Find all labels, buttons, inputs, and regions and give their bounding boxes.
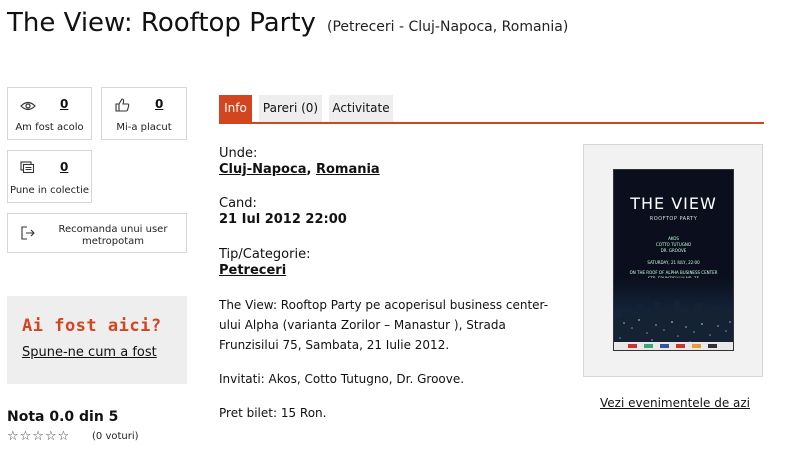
- ticket-price: Pret bilet: 15 Ron.: [219, 406, 327, 420]
- poster-lineup: AKOS COTTO TUTUGNO DR. GROOVE: [614, 236, 733, 254]
- category-link[interactable]: Petreceri: [219, 263, 286, 278]
- country-link[interactable]: Romania: [316, 162, 380, 177]
- event-description: The View: Rooftop Party pe acoperisul bu…: [219, 295, 559, 355]
- been-here-heading: Ai fost aici?: [22, 316, 162, 336]
- like-count[interactable]: 0: [155, 97, 163, 111]
- collection-count[interactable]: 0: [60, 160, 68, 174]
- recommend-label: Recomanda unui user metropotam: [58, 224, 168, 247]
- category-label: Tip/Categorie:: [219, 247, 311, 262]
- rating-stars[interactable]: ☆☆☆☆☆: [7, 429, 70, 444]
- description-line: ului Alpha (varianta Zorilor – Manastur …: [219, 318, 506, 332]
- tab-activitate[interactable]: Activitate: [329, 95, 393, 122]
- page-header: The View: Rooftop Party (Petreceri - Clu…: [7, 8, 568, 38]
- today-events-link[interactable]: Vezi evenimentele de azi: [600, 396, 750, 410]
- poster-title: THE VIEW: [630, 194, 717, 213]
- location: Cluj-Napoca, Romania: [219, 162, 380, 177]
- event-datetime: 21 Iul 2012 22:00: [219, 212, 347, 227]
- rating-text: Nota 0.0 din 5: [7, 409, 119, 425]
- event-tabs: Info Pareri (0) Activitate: [219, 95, 764, 124]
- add-to-collection-button[interactable]: 0 Pune in colectie: [7, 150, 92, 203]
- collection-label: Pune in colectie: [9, 185, 90, 196]
- eye-icon: [20, 97, 36, 111]
- page-subtitle: (Petreceri - Cluj-Napoca, Romania): [327, 19, 569, 35]
- poster-subtitle: ROOFTOP PARTY: [649, 216, 698, 222]
- event-poster[interactable]: THE VIEW ROOFTOP PARTY AKOS COTTO TUTUGN…: [613, 169, 734, 351]
- been-there-count[interactable]: 0: [60, 97, 68, 111]
- poster-frame[interactable]: THE VIEW ROOFTOP PARTY AKOS COTTO TUTUGN…: [583, 144, 763, 377]
- review-link[interactable]: Spune-ne cum a fost: [22, 345, 157, 360]
- been-there-label: Am fost acolo: [15, 122, 84, 133]
- like-label: Mi-a placut: [116, 122, 172, 133]
- location-separator: ,: [306, 162, 316, 177]
- event-guests: Invitati: Akos, Cotto Tutugno, Dr. Groov…: [219, 372, 465, 386]
- poster-lineup-item: DR. GROOVE: [660, 248, 687, 253]
- when-label: Cand:: [219, 196, 257, 211]
- tab-info[interactable]: Info: [219, 95, 252, 122]
- page-title: The View: Rooftop Party: [7, 8, 316, 38]
- recommend-button[interactable]: Recomanda unui user metropotam: [7, 213, 187, 253]
- been-here-panel: Ai fost aici? Spune-ne cum a fost: [7, 296, 187, 384]
- city-link[interactable]: Cluj-Napoca: [219, 162, 306, 177]
- like-button[interactable]: 0 Mi-a placut: [101, 87, 187, 140]
- tab-pareri[interactable]: Pareri (0): [259, 95, 322, 122]
- been-there-button[interactable]: 0 Am fost acolo: [7, 87, 92, 140]
- thumbs-up-icon: [114, 97, 130, 112]
- where-label: Unde:: [219, 146, 258, 161]
- share-arrow-icon: [20, 225, 36, 241]
- vote-count: (0 voturi): [92, 431, 139, 442]
- collection-icon: [20, 160, 36, 174]
- description-line: The View: Rooftop Party pe acoperisul bu…: [219, 298, 549, 312]
- description-line: Frunzisilui 75, Sambata, 21 Iulie 2012.: [219, 338, 450, 352]
- poster-date: SATURDAY, 21 IULY, 22:00: [647, 260, 700, 265]
- city-skyline-image: [614, 278, 733, 350]
